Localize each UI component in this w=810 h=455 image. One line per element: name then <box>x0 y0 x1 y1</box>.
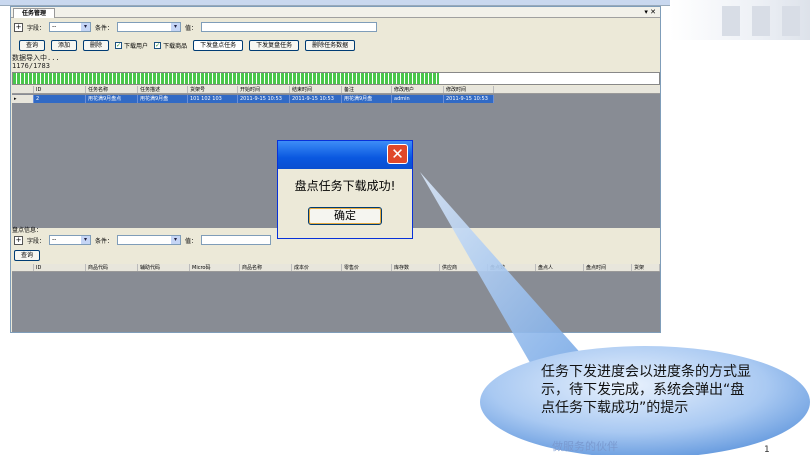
decorative-background <box>670 0 810 40</box>
table-cell[interactable]: 2011-9-15 10:53 <box>290 95 342 103</box>
field-select[interactable]: -- ▾ <box>49 22 92 32</box>
column-header[interactable]: 商品名称 <box>240 264 292 271</box>
download-goods-label: 下载商品 <box>163 43 188 50</box>
table-cell[interactable]: 2011-9-15 10:53 <box>444 95 494 103</box>
column-header[interactable]: 库存数 <box>392 264 440 271</box>
column-header[interactable]: 成本价 <box>292 264 342 271</box>
column-header[interactable]: 零售价 <box>342 264 392 271</box>
table-cell[interactable]: 101 102 103 <box>188 95 238 103</box>
column-header[interactable]: 盘点人 <box>536 264 584 271</box>
column-header[interactable]: 供应商 <box>440 264 488 271</box>
lower-condition-label: 条件： <box>95 237 114 245</box>
table-cell[interactable]: 用花满9月盘点 <box>86 95 138 103</box>
checkmark-icon: ✓ <box>115 42 123 49</box>
download-users-checkbox[interactable]: ✓ 下载用户 <box>115 41 148 50</box>
count-info-title: 盘点信息： <box>12 227 43 234</box>
lower-field-label: 字段： <box>27 237 46 245</box>
lower-toolbar: 查询 <box>14 250 41 261</box>
status-count: 1176/1783 <box>12 62 50 70</box>
condition-select[interactable]: ▾ <box>117 22 182 32</box>
tab-bar: 任务管理 ▾ ✕ <box>11 7 660 18</box>
table-cell[interactable]: 2 <box>34 95 86 103</box>
column-header[interactable]: 修改时间 <box>444 86 494 93</box>
lower-query-button[interactable]: 查询 <box>14 250 41 261</box>
field-label: 字段： <box>27 24 46 32</box>
column-header[interactable]: 任务名称 <box>86 86 138 93</box>
column-header[interactable]: 开始时间 <box>238 86 290 93</box>
column-header[interactable]: 盘点数 <box>488 264 536 271</box>
toolbar: 查询 添加 删除 ✓ 下载用户 ✓ 下载商品 下发盘点任务 下发复盘任务 删除任… <box>19 40 356 51</box>
column-header[interactable]: 修改用户 <box>392 86 444 93</box>
status-message: 数据导入中... <box>12 54 60 62</box>
column-header[interactable]: Micro码 <box>190 264 240 271</box>
chevron-down-icon: ▾ <box>81 236 91 244</box>
task-table-header: ID 任务名称 任务描述 货架号 开始时间 结束时间 备注 修改用户 修改时间 <box>12 86 660 94</box>
table-row[interactable]: ▸ 2 用花满9月盘点 用花满9月盘 101 102 103 2011-9-15 10:5… <box>12 95 494 103</box>
column-header[interactable]: 备注 <box>342 86 392 93</box>
chevron-down-icon: ▾ <box>81 23 91 31</box>
column-header[interactable]: 货架号 <box>188 86 238 93</box>
lower-filter-row: + 字段： -- ▾ 条件： ▾ 值： <box>14 235 272 245</box>
column-header[interactable]: 盘点时间 <box>584 264 632 271</box>
chevron-down-icon: ▾ <box>171 236 181 244</box>
condition-label: 条件： <box>95 24 114 32</box>
column-header[interactable]: 货架 <box>632 264 660 271</box>
count-info-table: ID 商品代码 辅助代码 Micro码 商品名称 成本价 零售价 库存数 供应商 盘点数 盘点人 盘点… <box>12 264 660 332</box>
column-header[interactable]: 辅助代码 <box>138 264 190 271</box>
table-cell[interactable]: admin <box>392 95 444 103</box>
progress-bar <box>12 72 660 85</box>
expand-lower-filter-button[interactable]: + <box>14 235 23 245</box>
callout-text: 任务下发进度会以进度条的方式显示，待下发完成，系统会弹出“盘点任务下载成功”的提… <box>541 364 751 416</box>
column-header[interactable]: 结束时间 <box>290 86 342 93</box>
table-cell[interactable]: 2011-9-15 10:53 <box>238 95 290 103</box>
progress-fill <box>13 73 440 84</box>
download-users-label: 下载用户 <box>124 43 149 50</box>
dialog-message: 盘点任务下载成功! <box>294 179 396 193</box>
row-selector-icon: ▸ <box>12 95 34 103</box>
expand-filter-button[interactable]: + <box>14 22 23 32</box>
lower-condition-select[interactable]: ▾ <box>117 235 182 245</box>
column-header[interactable]: ID <box>34 86 86 93</box>
success-dialog: ✕ 盘点任务下载成功! 确定 <box>277 140 413 239</box>
checkmark-icon: ✓ <box>154 42 162 49</box>
delete-task-data-button[interactable]: 删除任务数据 <box>305 40 356 51</box>
window-controls[interactable]: ▾ ✕ <box>644 8 656 16</box>
dialog-titlebar: ✕ <box>278 141 412 169</box>
lower-field-select-value: -- <box>52 236 57 243</box>
table-cell[interactable]: 用花满9月盘 <box>138 95 188 103</box>
value-input[interactable] <box>201 22 378 32</box>
row-header-cell <box>12 86 34 93</box>
count-info-table-header: ID 商品代码 辅助代码 Micro码 商品名称 成本价 零售价 库存数 供应商 盘点数 盘点人 盘点… <box>12 264 660 272</box>
ok-button[interactable]: 确定 <box>308 207 382 225</box>
column-header[interactable]: ID <box>34 264 86 271</box>
import-status: 数据导入中... 1176/1783 <box>12 54 60 70</box>
page-number: 1 <box>764 445 770 455</box>
lower-field-select[interactable]: -- ▾ <box>49 235 92 245</box>
filter-row: + 字段： -- ▾ 条件： ▾ 值： <box>14 22 378 32</box>
close-icon[interactable]: ✕ <box>387 144 408 164</box>
column-header[interactable]: 商品代码 <box>86 264 138 271</box>
chevron-down-icon: ▾ <box>171 23 181 31</box>
query-button[interactable]: 查询 <box>19 40 46 51</box>
field-select-value: -- <box>52 23 57 30</box>
lower-value-label: 值： <box>185 237 198 245</box>
delete-button[interactable]: 删除 <box>83 40 110 51</box>
value-label: 值： <box>185 24 198 32</box>
row-header-cell <box>12 264 34 271</box>
callout-footer: 做服务的伙伴 <box>552 440 618 453</box>
lower-value-input[interactable] <box>201 235 272 245</box>
tab-task-management[interactable]: 任务管理 <box>13 8 56 18</box>
column-header[interactable]: 任务描述 <box>138 86 188 93</box>
send-replenish-task-button[interactable]: 下发复盘任务 <box>249 40 300 51</box>
table-cell[interactable]: 用花满9月盘 <box>342 95 392 103</box>
send-count-task-button[interactable]: 下发盘点任务 <box>193 40 244 51</box>
download-goods-checkbox[interactable]: ✓ 下载商品 <box>154 41 187 50</box>
add-button[interactable]: 添加 <box>51 40 78 51</box>
